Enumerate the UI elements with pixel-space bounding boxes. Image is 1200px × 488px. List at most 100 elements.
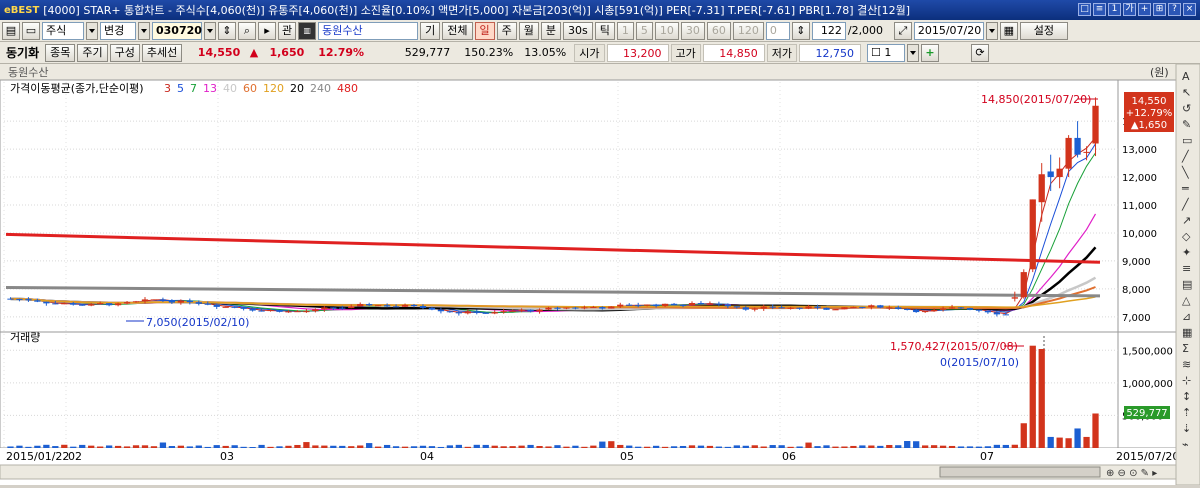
period-button-30s[interactable]: 30s (563, 21, 593, 40)
volume-bar (97, 446, 104, 448)
compose-button[interactable]: 구성 (109, 43, 140, 62)
side-tool-icon[interactable]: ▦ (1182, 326, 1192, 339)
search-icon[interactable]: ⌕ (238, 21, 256, 40)
add-chart-icon[interactable]: + (921, 43, 939, 62)
candle-body (1083, 151, 1090, 153)
side-tool-icon[interactable]: Σ (1182, 342, 1189, 355)
volume-bar (868, 445, 875, 448)
add-button[interactable]: + (1138, 3, 1151, 16)
font-button[interactable]: 가 (1123, 3, 1136, 16)
volume-bar (383, 444, 391, 448)
candle-body (733, 306, 740, 308)
screen-1-button[interactable]: 1 (1108, 3, 1121, 16)
volume-bar (132, 445, 140, 448)
interval-input[interactable]: 0 (765, 21, 790, 40)
candle-body (25, 299, 32, 301)
side-tool-icon[interactable]: △ (1182, 294, 1191, 307)
period-button-month[interactable]: 월 (518, 21, 539, 40)
type-select[interactable]: 주식 (42, 21, 84, 40)
interval-30[interactable]: 30 (680, 21, 705, 40)
candle-body (455, 312, 462, 314)
settings-button[interactable]: 설정 (1019, 21, 1068, 40)
period-button[interactable]: 주기 (77, 43, 108, 62)
period-button-all[interactable]: 전체 (442, 21, 473, 40)
side-tool-icon[interactable]: ↺ (1182, 102, 1191, 115)
side-tool-icon[interactable]: ⊿ (1182, 310, 1191, 323)
volume-bar (401, 446, 409, 448)
side-tool-icon[interactable]: ▤ (1182, 278, 1192, 291)
interval-120[interactable]: 120 (732, 21, 764, 40)
side-tool-icon[interactable]: ↖ (1182, 86, 1191, 99)
chart-type-icon[interactable]: ▥ (298, 21, 317, 40)
interval-5[interactable]: 5 (635, 21, 653, 40)
change-dropdown-icon[interactable] (138, 21, 150, 40)
list-button[interactable]: ≡ (1093, 3, 1106, 16)
period-button-day[interactable]: 일 (474, 21, 495, 40)
side-tool-icon[interactable]: ↗ (1182, 214, 1191, 227)
side-tool-icon[interactable]: ≡ (1182, 262, 1191, 275)
volume-bar (482, 444, 489, 448)
volume-bar (52, 446, 59, 448)
count-input[interactable]: 122 (811, 21, 846, 40)
side-tool-icon[interactable]: ↕ (1182, 390, 1191, 403)
stock-button[interactable]: 종목 (45, 43, 76, 62)
side-tool-icon[interactable]: ✎ (1182, 118, 1191, 131)
interval-spin-icon[interactable]: ⇕ (791, 21, 810, 40)
stock-code-input[interactable]: 030720 (152, 21, 202, 40)
candle-body (114, 303, 122, 306)
scrollbar-thumb[interactable] (939, 466, 1101, 478)
period-button-week[interactable]: 주 (496, 21, 517, 40)
chart-svg[interactable]: 동원수산 (원) 7,000 8,000 9,000 10,000 11,000 12,0… (0, 63, 1200, 486)
volume-value: 529,777 (404, 45, 451, 59)
side-tool-icon[interactable]: ◇ (1182, 230, 1191, 243)
trendline-button[interactable]: 추세선 (141, 43, 183, 62)
next-icon[interactable]: ▸ (258, 21, 276, 40)
zoom-tools-icon[interactable]: ⊕ ⊖ ⊙ ✎ ▸ (1106, 468, 1157, 479)
close-button[interactable]: × (1183, 3, 1196, 16)
side-tool-icon[interactable]: ✦ (1182, 246, 1191, 259)
candle-body (850, 306, 857, 308)
date-input[interactable]: 2015/07/20 (913, 21, 984, 40)
candle-body (177, 300, 184, 303)
chart-count-select[interactable]: ☐ 1 (867, 43, 905, 62)
side-tool-icon[interactable]: ⇡ (1182, 406, 1191, 419)
side-tool-icon[interactable]: ⇣ (1182, 422, 1191, 435)
side-tool-icon[interactable]: ≋ (1182, 358, 1191, 371)
volume-bar (984, 446, 992, 448)
screen-icon[interactable]: ▭ (22, 21, 40, 40)
interval-10[interactable]: 10 (654, 21, 679, 40)
candle-body (195, 302, 202, 304)
layout-icon[interactable]: ▤ (2, 21, 20, 40)
tile-button[interactable]: ⊞ (1153, 3, 1166, 16)
volume-bar (43, 444, 50, 448)
high-label: 고가 (670, 43, 701, 62)
chart-area[interactable]: 동원수산 (원) 7,000 8,000 9,000 10,000 11,000 12,0… (0, 63, 1200, 486)
spin-icon[interactable]: ⇕ (218, 21, 236, 40)
period-button-base[interactable]: 기 (420, 21, 441, 40)
side-tool-icon[interactable]: ⊹ (1182, 374, 1191, 387)
interval-1[interactable]: 1 (616, 21, 634, 40)
candle-body (231, 306, 238, 308)
period-button-minute[interactable]: 분 (540, 21, 561, 40)
auto-scroll-icon[interactable]: ⤢ (893, 21, 912, 40)
favorite-button[interactable]: 관 (278, 21, 297, 40)
side-tool-icon[interactable]: ▭ (1182, 134, 1192, 147)
help-button[interactable]: ? (1168, 3, 1181, 16)
scrollbar[interactable]: ⊕ ⊖ ⊙ ✎ ▸ (0, 464, 1177, 480)
change-select[interactable]: 변경 (100, 21, 136, 40)
code-dropdown-icon[interactable] (204, 21, 216, 40)
chart-count-dropdown-icon[interactable] (907, 43, 919, 62)
side-tool-icon[interactable]: ⌁ (1182, 438, 1189, 451)
volume-bar (1011, 444, 1018, 448)
period-button-tick[interactable]: 틱 (594, 21, 615, 40)
refresh-icon[interactable]: ⟳ (971, 43, 989, 62)
side-tool-icon[interactable]: ═ (1181, 182, 1189, 195)
side-tool-icon[interactable]: A (1182, 70, 1190, 83)
date-dropdown-icon[interactable] (985, 21, 998, 40)
interval-60[interactable]: 60 (706, 21, 731, 40)
calendar-icon[interactable]: ▦ (999, 21, 1018, 40)
type-dropdown-icon[interactable] (86, 21, 98, 40)
restore-button[interactable]: □ (1078, 3, 1091, 16)
candle-body (258, 310, 265, 312)
y-tick-label: 9,000 (1122, 257, 1151, 268)
